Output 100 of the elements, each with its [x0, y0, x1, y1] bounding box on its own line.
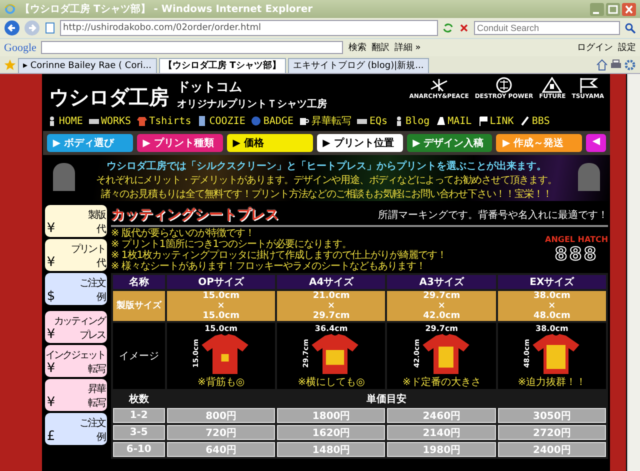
table-cell: 3-5 — [112, 425, 165, 440]
sidebar-item[interactable]: 製版 ¥ 代 — [44, 205, 107, 237]
table-cell: 640円 — [166, 442, 276, 457]
emblem-icon — [494, 77, 514, 93]
home-icon[interactable] — [596, 58, 608, 70]
search-button[interactable]: 検索 — [348, 41, 366, 54]
sidebar-item[interactable]: ご注文 $ 例 — [44, 273, 107, 305]
nav-link[interactable]: COOZIE — [197, 116, 246, 126]
step-tab[interactable]: ▶ プリント位置 — [316, 134, 403, 152]
step-tab[interactable]: ▶ デザイン入稿 — [406, 134, 492, 152]
tshirt-drawing — [200, 332, 250, 374]
mug-icon — [299, 116, 310, 126]
dimension-label: 29.7cm — [425, 324, 458, 332]
column-header: A3サイズ — [387, 275, 496, 289]
sidebar-label: 代 — [96, 224, 105, 236]
tshirt-drawing — [530, 332, 581, 374]
bullet-text: ※ 様々なシートがあります！フロッキーやラメのシートなどもあります！ — [110, 261, 426, 272]
nav-link[interactable]: EQs — [357, 116, 388, 126]
printer-icon[interactable] — [610, 58, 622, 70]
nav-link[interactable]: HOME — [46, 116, 83, 126]
sidebar-item[interactable]: ご注文 £ 例 — [44, 413, 107, 445]
ie-logo-icon — [4, 3, 16, 15]
banner-text: 諸々のお見積もりは全て無料です！プリント方法などのご相談もお気軽にお問い合わせ下さい！！宝栄！！ — [100, 188, 554, 201]
login-button[interactable]: ログイン — [577, 41, 613, 54]
nav-link[interactable]: LINK — [478, 116, 514, 126]
step-tab[interactable]: ▶ 価格 — [226, 134, 313, 152]
google-search-field[interactable] — [41, 41, 344, 54]
currency-icon: ¥ — [46, 328, 56, 342]
site-logo[interactable]: ウシロダ工房 — [48, 84, 169, 111]
step-tab[interactable]: ◀ — [586, 134, 606, 152]
translate-button[interactable]: 翻訳 — [371, 41, 390, 54]
nav-link[interactable]: BBS — [520, 116, 550, 126]
search-icon[interactable] — [624, 22, 636, 34]
section-title: カッティングシートプレス — [110, 206, 279, 224]
bullet-text: ※ 1枚1枚カッティングプロッタに掛けて作成しますので仕上がりが綺麗です！ — [110, 250, 447, 261]
browser-tab[interactable]: ▸ Corinne Bailey Rae ( Cori... — [18, 58, 157, 73]
currency-icon: ¥ — [46, 256, 56, 270]
row-header: 製版サイズ — [112, 291, 165, 321]
table-cell: 2460円 — [387, 408, 496, 423]
column-header: EXサイズ — [498, 275, 606, 289]
nav-link[interactable]: WORKS — [88, 116, 132, 126]
sidebar-label: 転写 — [88, 364, 105, 376]
nav-link[interactable]: 昇華転写 — [299, 114, 352, 128]
nav-link[interactable]: Blog — [394, 116, 430, 126]
nav-link[interactable]: Tshirts — [137, 116, 192, 126]
table-cell: 6-10 — [112, 442, 165, 457]
table-cell: 1800円 — [277, 408, 386, 423]
column-header: 名称 — [112, 275, 165, 289]
table-cell: 720円 — [166, 425, 276, 440]
browser-tab[interactable]: エキサイトブログ (blog)|新規... — [288, 58, 429, 73]
currency-icon: $ — [46, 290, 56, 304]
tshirt-drawing — [420, 332, 471, 374]
browser-tab[interactable]: 【ウシロダ工房 Tシャツ部】 — [158, 58, 286, 73]
sidebar-label: 代 — [96, 258, 105, 270]
sidebar-label: 製版 — [88, 210, 105, 222]
refresh-icon[interactable] — [442, 22, 454, 34]
currency-icon: ¥ — [46, 362, 56, 376]
scrollbar[interactable] — [627, 74, 640, 471]
sidebar-item[interactable]: カッティング ¥ プレス — [44, 311, 107, 343]
section-note: 所謂マーキングです。背番号や名入れに最適です！ — [378, 208, 608, 222]
image-note: ※ド定番の大きさ — [402, 376, 481, 388]
table-cell: 1620円 — [277, 425, 386, 440]
maximize-button[interactable] — [606, 2, 620, 16]
nav-link[interactable]: MAIL — [436, 116, 472, 126]
favorites-star-icon[interactable] — [4, 58, 16, 70]
sidebar-label: プリント — [70, 244, 105, 256]
minimize-button[interactable] — [590, 2, 604, 16]
settings-button[interactable]: 設定 — [618, 41, 636, 54]
nav-link[interactable]: BADGE — [251, 116, 294, 126]
column-header: 枚数 — [128, 392, 150, 406]
table-cell: 15.0cm × 15.0cm — [166, 291, 276, 321]
window-title: 【ウシロダ工房 Tシャツ部】 - Windows Internet Explorer — [20, 2, 313, 16]
bullet-text: ※ 版代が要らないのが特徴です！ — [110, 228, 256, 239]
sidebar-item[interactable]: プリント ¥ 代 — [44, 239, 107, 271]
table-cell: 1-2 — [112, 408, 165, 423]
image-note: ※背筋も◎ — [197, 376, 245, 388]
back-button[interactable] — [4, 20, 20, 36]
search-field[interactable]: Conduit Search — [474, 21, 620, 35]
table-cell: 1980円 — [387, 442, 496, 457]
emblem-icon — [578, 77, 598, 93]
emblem-icon — [542, 77, 562, 93]
column-header: 単価目安 — [365, 392, 408, 406]
table-cell: 2400円 — [498, 442, 606, 457]
emblem-icon — [429, 77, 450, 93]
sidebar-label: ご注文 — [79, 418, 105, 430]
stop-icon[interactable] — [458, 22, 470, 34]
url-field[interactable]: http://ushirodakobo.com/02order/order.html — [60, 20, 438, 36]
more-button[interactable]: 詳細 » — [394, 41, 421, 54]
sidebar-label: 昇華 — [88, 384, 105, 396]
gear-icon[interactable] — [624, 58, 636, 70]
column-header: OPサイズ — [166, 275, 276, 289]
currency-icon: ¥ — [46, 396, 56, 410]
table-cell: 38.0cm × 48.0cm — [498, 291, 606, 321]
close-button[interactable] — [622, 2, 636, 16]
sidebar-item[interactable]: インクジェット ¥ 転写 — [44, 345, 107, 377]
table-cell: 800円 — [166, 408, 276, 423]
step-tab[interactable]: ▶ プリント種類 — [136, 134, 223, 152]
sidebar-item[interactable]: 昇華 ¥ 転写 — [44, 379, 107, 411]
currency-icon: ¥ — [46, 222, 56, 236]
dimension-label: 38.0cm — [536, 324, 568, 332]
